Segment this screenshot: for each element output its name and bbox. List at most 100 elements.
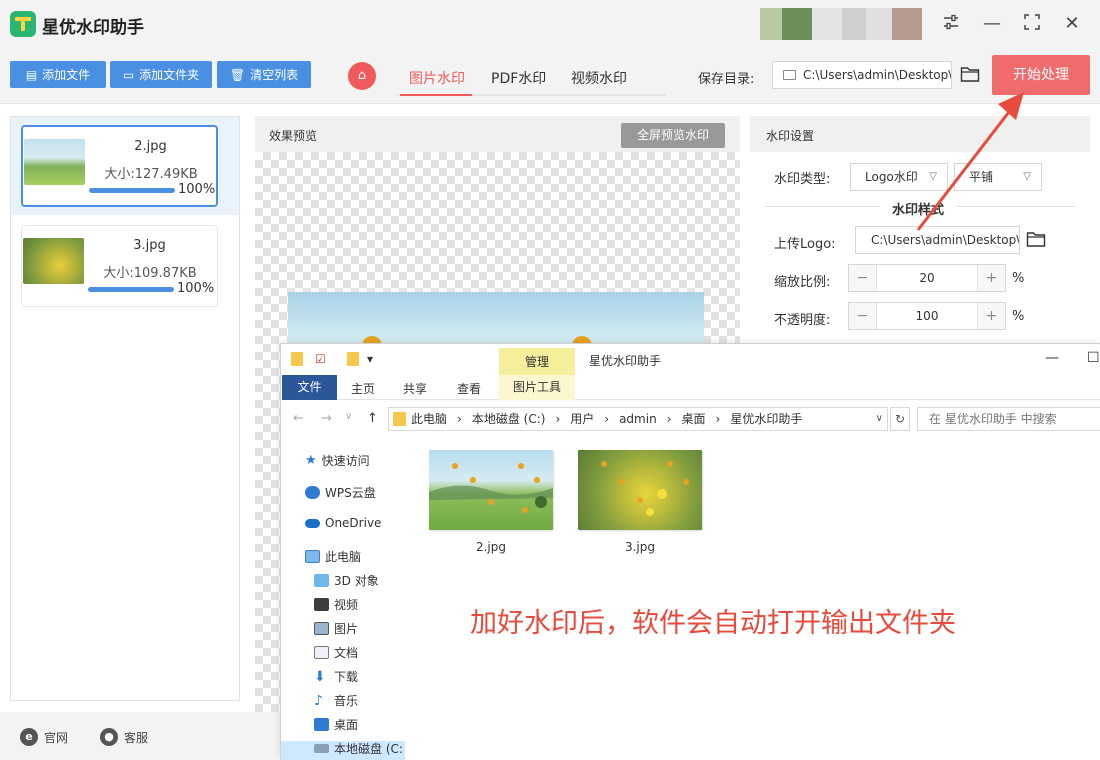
- chevron-down-icon[interactable]: ▾: [367, 352, 373, 366]
- nav-item-local-disk[interactable]: 本地磁盘 (C:: [314, 740, 403, 757]
- maximize-button[interactable]: [1021, 13, 1043, 35]
- annotation-text: 加好水印后，软件会自动打开输出文件夹: [470, 608, 956, 639]
- nav-item-music[interactable]: ♪ 音乐: [314, 692, 358, 709]
- trash-icon: 🗑: [229, 67, 246, 82]
- increment-button[interactable]: +: [977, 303, 1005, 329]
- breadcrumb-separator-icon[interactable]: ›: [667, 412, 672, 426]
- file-name-3jpg[interactable]: 3.jpg: [578, 540, 702, 554]
- download-icon: ⬇: [314, 668, 326, 685]
- progress-label: 100%: [178, 182, 216, 197]
- music-icon: ♪: [314, 692, 323, 709]
- address-row: ← → ∨ ↑ 此电脑 › 本地磁盘 (C:) › 用户 › admin › 桌面 › 星优水印助手…: [281, 400, 1100, 438]
- nav-item-quick-access[interactable]: ★ 快速访问: [305, 452, 370, 469]
- maximize-button[interactable]: ☐: [1087, 350, 1100, 366]
- user-avatar[interactable]: [760, 8, 922, 40]
- nav-item-onedrive[interactable]: OneDrive: [305, 516, 381, 530]
- thumbnail-2jpg[interactable]: [429, 450, 553, 530]
- breadcrumb-segment[interactable]: 桌面: [682, 412, 706, 426]
- refresh-button[interactable]: ↻: [890, 407, 910, 431]
- document-icon: [314, 646, 329, 659]
- website-link[interactable]: e 官网: [20, 728, 68, 746]
- breadcrumb-separator-icon[interactable]: ›: [457, 412, 462, 426]
- progress-bar: [89, 188, 175, 193]
- manage-tab[interactable]: 管理: [499, 348, 575, 376]
- breadcrumb-segment[interactable]: 此电脑: [411, 412, 447, 426]
- file-name: 2.jpg: [134, 139, 167, 154]
- home-button[interactable]: ⌂: [348, 62, 376, 90]
- file-name: 3.jpg: [133, 238, 166, 253]
- explorer-title-bar: ☑ ▾ 管理 星优水印助手 — ☐: [281, 344, 1100, 376]
- opacity-value[interactable]: 100: [877, 303, 977, 329]
- history-dropdown-icon[interactable]: ∨: [345, 411, 352, 422]
- video-icon: [314, 598, 329, 611]
- search-input[interactable]: 在 星优水印助手 中搜索: [917, 407, 1100, 431]
- opacity-stepper[interactable]: − 100 +: [848, 302, 1006, 330]
- ribbon-tab-file[interactable]: 文件: [282, 375, 337, 400]
- up-arrow-icon[interactable]: ↑: [367, 411, 378, 426]
- sliders-icon[interactable]: [940, 13, 962, 35]
- chevron-down-icon[interactable]: ∨: [876, 408, 883, 430]
- back-arrow-icon[interactable]: ←: [293, 411, 304, 426]
- nav-item-documents[interactable]: 文档: [314, 644, 358, 661]
- breadcrumb-segment[interactable]: 用户: [570, 412, 594, 426]
- nav-item-3d-objects[interactable]: 3D 对象: [314, 572, 379, 589]
- forward-arrow-icon[interactable]: →: [321, 411, 332, 426]
- minimize-button[interactable]: —: [1045, 350, 1059, 366]
- decrement-button[interactable]: −: [849, 265, 877, 291]
- home-icon: ⌂: [357, 68, 367, 83]
- nav-item-downloads[interactable]: ⬇ 下载: [314, 668, 358, 685]
- scale-stepper[interactable]: − 20 +: [848, 264, 1006, 292]
- file-item-2jpg[interactable]: 2.jpg 大小:127.49KB 100%: [21, 125, 218, 207]
- explorer-title: 星优水印助手: [589, 354, 662, 368]
- tab-video-watermark[interactable]: 视频水印: [571, 68, 627, 88]
- address-bar[interactable]: 此电脑 › 本地磁盘 (C:) › 用户 › admin › 桌面 › 星优水印助手 ∨: [388, 407, 888, 431]
- ribbon-tab-home[interactable]: 主页: [351, 380, 375, 397]
- picture-icon: [314, 622, 329, 635]
- breadcrumb-separator-icon[interactable]: ›: [716, 412, 721, 426]
- file-size: 大小:127.49KB: [104, 167, 198, 182]
- nav-item-desktop[interactable]: 桌面: [314, 716, 358, 733]
- ribbon-tabs: 文件 主页 共享 查看 图片工具: [281, 375, 1100, 400]
- thumbnail-3jpg[interactable]: [578, 450, 702, 530]
- folder-icon[interactable]: [291, 352, 303, 366]
- scale-value[interactable]: 20: [877, 265, 977, 291]
- star-icon: ★: [305, 453, 317, 468]
- percent-unit: %: [1012, 271, 1025, 286]
- add-file-button[interactable]: ▤ 添加文件: [10, 61, 106, 88]
- properties-icon[interactable]: ☑: [315, 352, 326, 366]
- nav-item-this-pc[interactable]: 此电脑: [305, 548, 361, 565]
- ribbon-tab-share[interactable]: 共享: [403, 380, 427, 397]
- ribbon-tab-picture-tools[interactable]: 图片工具: [499, 375, 575, 400]
- app-logo-icon: [10, 11, 36, 37]
- tab-image-watermark[interactable]: 图片水印: [409, 68, 465, 88]
- nav-item-pictures[interactable]: 图片: [314, 620, 358, 637]
- breadcrumb-segment[interactable]: 星优水印助手: [730, 412, 802, 426]
- breadcrumb-separator-icon[interactable]: ›: [604, 412, 609, 426]
- breadcrumb-segment[interactable]: 本地磁盘 (C:): [472, 412, 546, 426]
- close-button[interactable]: ✕: [1061, 13, 1083, 35]
- file-item-3jpg[interactable]: 3.jpg 大小:109.87KB 100%: [21, 225, 218, 307]
- clear-list-button[interactable]: 🗑 清空列表: [217, 61, 311, 88]
- title-bar: 星优水印助手 — ✕: [0, 0, 1100, 48]
- decrement-button[interactable]: −: [849, 303, 877, 329]
- support-link[interactable]: ● 客服: [100, 728, 148, 746]
- add-folder-button[interactable]: ▭ 添加文件夹: [110, 61, 212, 88]
- nav-item-wps-cloud[interactable]: WPS云盘: [305, 484, 376, 501]
- fullscreen-preview-button[interactable]: 全屏预览水印: [621, 123, 725, 148]
- tab-pdf-watermark[interactable]: PDF水印: [491, 68, 546, 88]
- computer-icon: [305, 550, 320, 563]
- file-name-2jpg[interactable]: 2.jpg: [429, 540, 553, 554]
- folder-icon: [783, 70, 796, 80]
- nav-item-videos[interactable]: 视频: [314, 596, 358, 613]
- increment-button[interactable]: +: [977, 265, 1005, 291]
- ribbon-tab-view[interactable]: 查看: [457, 380, 481, 397]
- desktop-icon: [314, 718, 329, 731]
- browser-icon: e: [20, 728, 38, 746]
- save-dir-label: 保存目录:: [698, 72, 755, 87]
- breadcrumb-separator-icon[interactable]: ›: [555, 412, 560, 426]
- breadcrumb-segment[interactable]: admin: [619, 412, 657, 426]
- new-folder-icon[interactable]: [347, 352, 359, 366]
- settings-title: 水印设置: [766, 129, 815, 143]
- navigation-pane: ★ 快速访问 WPS云盘 OneDrive 此电脑 3D 对象 视频 图片 文档 …: [281, 438, 405, 760]
- minimize-button[interactable]: —: [981, 13, 1003, 35]
